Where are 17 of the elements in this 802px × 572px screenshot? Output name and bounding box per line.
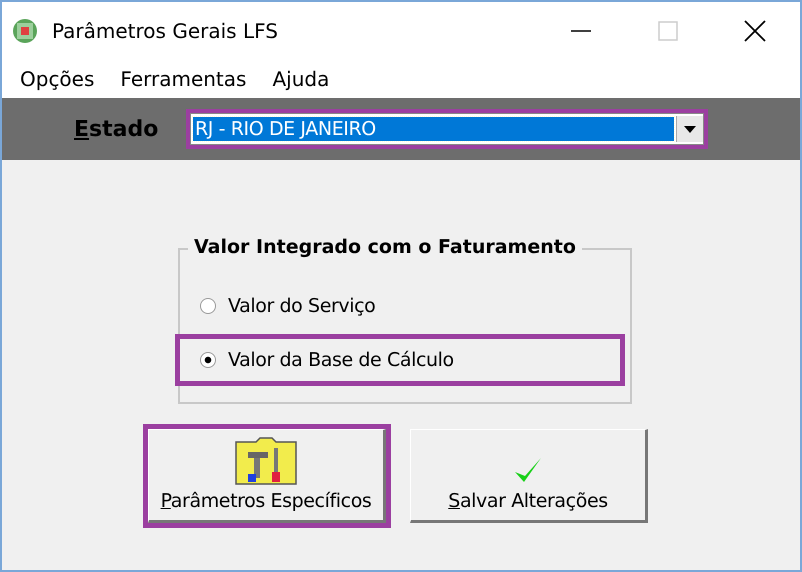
close-icon[interactable] — [744, 20, 766, 42]
menu-item[interactable]: Opções — [20, 67, 94, 91]
save-button[interactable]: Salvar Alterações — [410, 429, 648, 523]
state-dropdown[interactable]: RJ - RIO DE JANEIRO — [190, 113, 704, 145]
radio-button[interactable] — [200, 352, 216, 368]
window-title: Parâmetros Gerais LFS — [52, 19, 278, 43]
state-label: Estado — [74, 116, 160, 142]
folder-tools-icon — [234, 436, 298, 486]
radio-label[interactable]: Valor da Base de Cálculo — [228, 349, 454, 371]
dropdown-arrow-icon — [684, 126, 696, 132]
radio-button[interactable] — [200, 298, 216, 314]
menu-item[interactable]: Ajuda — [272, 67, 330, 91]
globe-icon — [12, 18, 38, 44]
radio-label[interactable]: Valor do Serviço — [228, 295, 376, 317]
parameters-button[interactable]: Parâmetros Específicos — [148, 429, 386, 523]
group-title: Valor Integrado com o Faturamento — [188, 236, 582, 258]
menu-item[interactable]: Ferramentas — [120, 67, 246, 91]
